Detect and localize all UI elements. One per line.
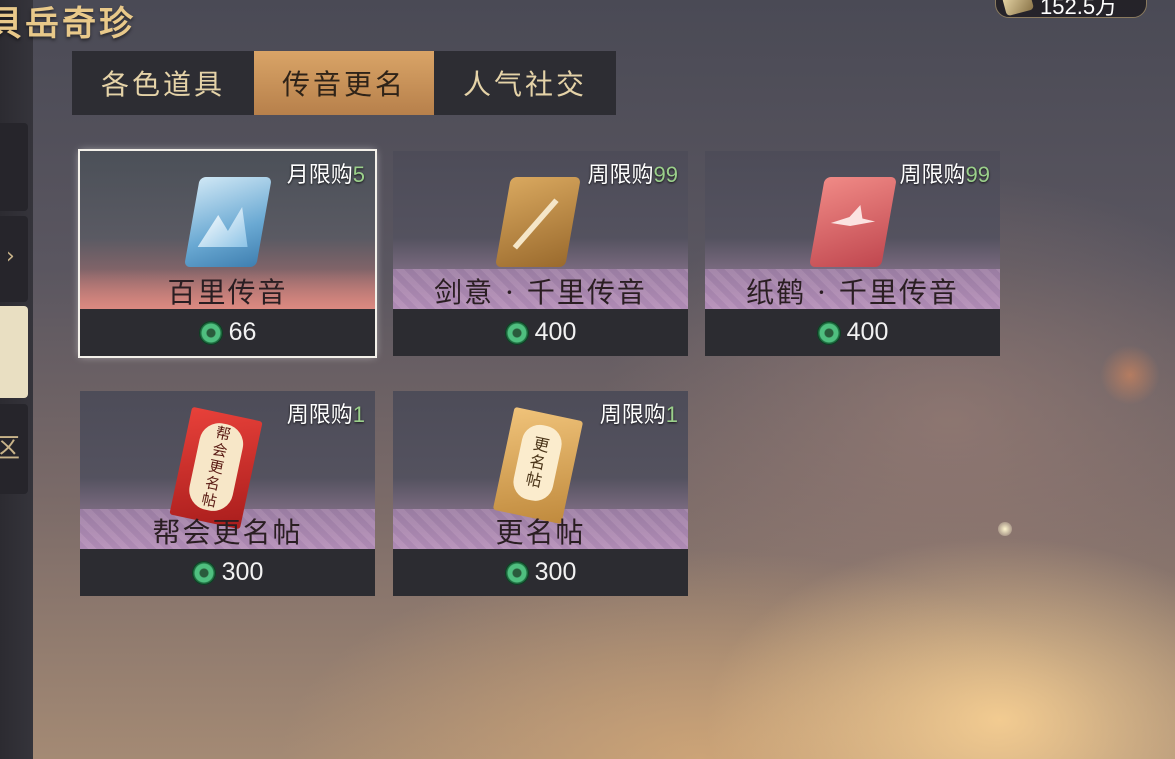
page-title: 貝岳奇珍 — [0, 4, 136, 44]
purchase-limit: 月限购5 — [286, 162, 365, 188]
price-bar: 400 — [393, 309, 688, 356]
item-card-zhihe-chuanyin[interactable]: 周限购99 纸鹤 · 千里传音 400 — [705, 151, 1000, 356]
purchase-limit: 周限购99 — [899, 162, 991, 188]
item-card-baili-chuanyin[interactable]: 月限购5 百里传音 66 — [78, 149, 377, 358]
price-bar: 300 — [393, 549, 688, 596]
purchase-limit: 周限购99 — [587, 162, 679, 188]
maple-leaf-decoration — [1100, 345, 1160, 405]
jade-coin-icon — [504, 320, 529, 345]
purchase-limit: 周限购1 — [286, 402, 365, 428]
item-price: 300 — [534, 558, 577, 586]
price-bar: 400 — [705, 309, 1000, 356]
item-card-jianyi-chuanyin[interactable]: 周限购99 剑意 · 千里传音 400 — [393, 151, 688, 356]
item-name: 更名帖 — [495, 516, 586, 549]
chevron-right-icon[interactable]: › — [6, 244, 15, 269]
item-name: 纸鹤 · 千里传音 — [746, 276, 959, 309]
jade-coin-icon — [198, 320, 223, 345]
side-tab-active[interactable] — [0, 306, 28, 398]
jade-coin-icon — [191, 560, 216, 585]
tab-items[interactable]: 各色道具 — [72, 51, 254, 115]
currency-value: 152.5万 — [1040, 0, 1118, 19]
side-tab-1[interactable] — [0, 123, 28, 211]
item-price: 300 — [221, 558, 264, 586]
price-bar: 300 — [80, 549, 375, 596]
tab-social[interactable]: 人气社交 — [434, 51, 616, 115]
item-price: 400 — [846, 318, 889, 346]
item-card-rename[interactable]: 更名帖 周限购1 更名帖 300 — [393, 391, 688, 596]
purchase-limit: 周限购1 — [599, 402, 678, 428]
item-name: 百里传音 — [167, 276, 288, 309]
jade-coin-icon — [504, 560, 529, 585]
jade-coin-icon — [816, 320, 841, 345]
currency-display[interactable]: 152.5万 — [995, 0, 1147, 19]
silver-ingot-icon — [1001, 0, 1035, 17]
item-name: 剑意 · 千里传音 — [434, 276, 647, 309]
item-price: 400 — [534, 318, 577, 346]
tab-messaging-rename[interactable]: 传音更名 — [254, 51, 434, 115]
item-name: 帮会更名帖 — [152, 516, 303, 549]
shop-tabs: 各色道具 传音更名 人气社交 — [72, 51, 616, 115]
light-sparkle — [998, 522, 1012, 536]
item-price: 66 — [228, 318, 257, 346]
item-card-guild-rename[interactable]: 帮会更名帖 周限购1 帮会更名帖 300 — [80, 391, 375, 596]
side-tab-4-label: 区 — [0, 434, 21, 464]
price-bar: 66 — [80, 309, 375, 356]
